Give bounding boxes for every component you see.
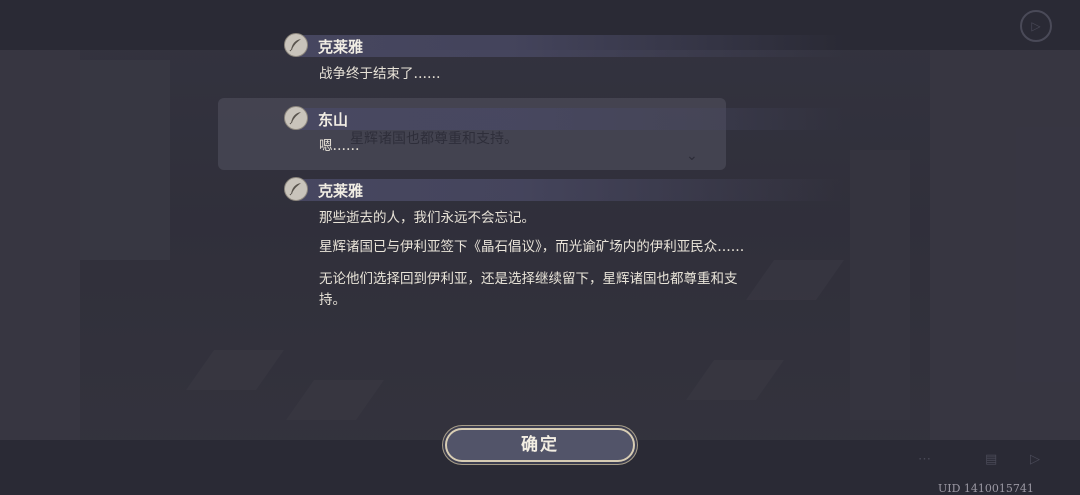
speaker-row: 东山 [284,106,844,130]
dialogue-entry: 克莱雅 那些逝去的人，我们永远不会忘记。 星辉诸国已与伊利亚签下《晶石倡议》，而… [284,177,844,311]
dialogue-line: 星辉诸国已与伊利亚签下《晶石倡议》，而光谕矿场内的伊利亚民众…… [319,239,745,255]
speaker-bar [296,108,844,130]
dialogue-line: 那些逝去的人，我们永远不会忘记。 [319,210,535,226]
speaker-name: 东山 [318,111,349,129]
dialogue-line: 战争终于结束了…… [319,66,441,82]
confirm-button[interactable]: 确定 [445,428,635,462]
dialogue-line: 无论他们选择回到伊利亚，还是选择继续留下，星辉诸国也都尊重和支持。 [319,271,738,308]
skip-icon[interactable]: ▷ [1030,452,1040,467]
dialogue-entry: 克莱雅 战争终于结束了…… [284,33,844,85]
speaker-bar [296,35,844,57]
quill-icon [284,177,308,201]
speaker-name: 克莱雅 [318,182,364,200]
quill-icon [284,106,308,130]
auto-icon[interactable]: ⋯ [918,452,931,467]
speaker-row: 克莱雅 [284,177,844,201]
speaker-name: 克莱雅 [318,38,364,56]
log-icon[interactable]: ▤ [985,452,997,467]
uid-label: UID 1410015741 [938,482,1034,495]
dialogue-entry: 东山 嗯…… [284,106,844,157]
circle-play-icon[interactable]: ▷ [1020,10,1052,42]
speaker-bar [296,179,844,201]
speaker-row: 克莱雅 [284,33,844,57]
dialogue-line: 嗯…… [319,138,360,154]
quill-icon [284,33,308,57]
